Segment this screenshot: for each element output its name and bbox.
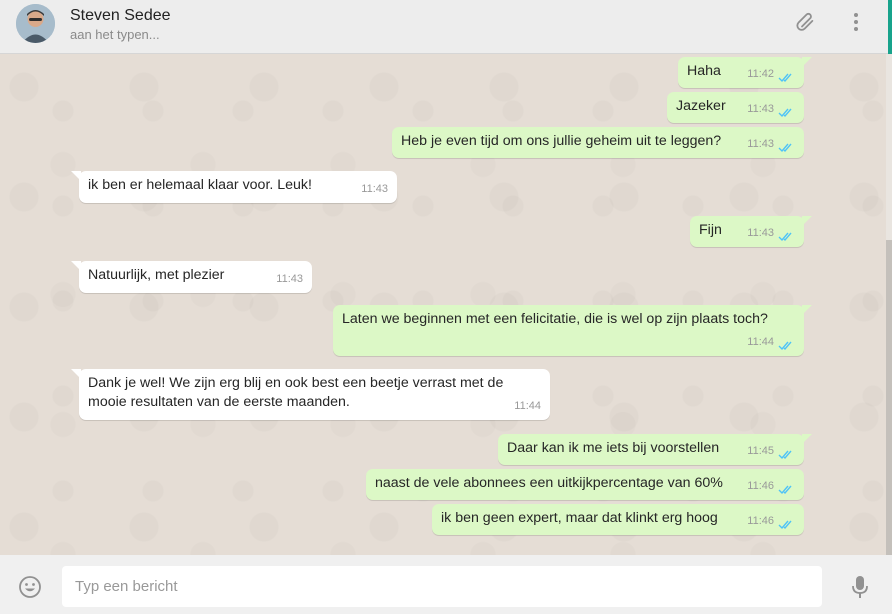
message-bubble[interactable]: Natuurlijk, met plezier 11:43 bbox=[71, 261, 312, 293]
double-check-icon bbox=[778, 520, 792, 530]
typing-status: aan het typen... bbox=[70, 27, 160, 42]
message-time: 11:43 bbox=[361, 183, 388, 195]
message-time: 11:46 bbox=[747, 515, 774, 527]
message-time: 11:44 bbox=[514, 400, 541, 412]
message-bubble[interactable]: Fijn 11:43 bbox=[690, 216, 812, 247]
message-bubble[interactable]: Haha 11:42 bbox=[678, 57, 812, 88]
composer-bar bbox=[0, 555, 892, 614]
message-bubble[interactable]: naast de vele abonnees een uitkijkpercen… bbox=[366, 469, 804, 500]
message-text: Haha bbox=[687, 63, 721, 79]
double-check-icon bbox=[778, 341, 792, 351]
message-bubble[interactable]: Heb je even tijd om ons jullie geheim ui… bbox=[392, 127, 804, 158]
paperclip-icon[interactable] bbox=[794, 10, 818, 34]
message-text: Fijn bbox=[699, 222, 722, 238]
message-time: 11:43 bbox=[747, 103, 774, 115]
double-check-icon bbox=[778, 232, 792, 242]
message-input[interactable] bbox=[62, 566, 822, 607]
message-time: 11:45 bbox=[747, 445, 774, 457]
double-check-icon bbox=[778, 108, 792, 118]
message-bubble[interactable]: ik ben er helemaal klaar voor. Leuk! 11:… bbox=[71, 171, 397, 203]
message-time: 11:42 bbox=[747, 68, 774, 80]
message-text: Jazeker bbox=[676, 98, 726, 114]
message-time: 11:43 bbox=[747, 227, 774, 239]
double-check-icon bbox=[778, 143, 792, 153]
contact-avatar[interactable] bbox=[16, 4, 55, 43]
message-time: 11:43 bbox=[747, 138, 774, 150]
message-text: ik ben geen expert, maar dat klinkt erg … bbox=[441, 510, 718, 526]
scrollbar-thumb[interactable] bbox=[886, 240, 892, 555]
message-text: ik ben er helemaal klaar voor. Leuk! bbox=[88, 177, 312, 193]
message-time: 11:44 bbox=[747, 336, 774, 348]
message-bubble[interactable]: Dank je wel! We zijn erg blij en ook bes… bbox=[71, 369, 550, 420]
message-text: Laten we beginnen met een felicitatie, d… bbox=[342, 311, 768, 327]
message-bubble[interactable]: ik ben geen expert, maar dat klinkt erg … bbox=[432, 504, 804, 535]
message-time: 11:43 bbox=[276, 273, 303, 285]
message-text: Dank je wel! We zijn erg blij en ook bes… bbox=[88, 375, 504, 410]
message-text: Heb je even tijd om ons jullie geheim ui… bbox=[401, 133, 722, 149]
chat-scrollbar[interactable] bbox=[886, 54, 892, 555]
message-bubble[interactable]: Daar kan ik me iets bij voorstellen 11:4… bbox=[498, 434, 812, 465]
more-vertical-icon[interactable] bbox=[844, 10, 868, 34]
double-check-icon bbox=[778, 450, 792, 460]
contact-name[interactable]: Steven Sedee bbox=[70, 7, 171, 25]
emoji-icon[interactable] bbox=[18, 575, 42, 599]
message-time: 11:46 bbox=[747, 480, 774, 492]
microphone-icon[interactable] bbox=[848, 574, 872, 600]
double-check-icon bbox=[778, 485, 792, 495]
message-bubble[interactable]: Laten we beginnen met een felicitatie, d… bbox=[333, 305, 812, 356]
message-text: naast de vele abonnees een uitkijkpercen… bbox=[375, 475, 723, 491]
double-check-icon bbox=[778, 73, 792, 83]
chat-header: Steven Sedee aan het typen... bbox=[0, 0, 892, 54]
message-bubble[interactable]: Jazeker 11:43 bbox=[667, 92, 804, 123]
message-text: Natuurlijk, met plezier bbox=[88, 267, 225, 283]
message-text: Daar kan ik me iets bij voorstellen bbox=[507, 440, 720, 456]
avatar-photo bbox=[16, 4, 55, 43]
message-list[interactable]: Haha 11:42 Jazeker 11:43 Heb je even tij… bbox=[0, 54, 886, 555]
